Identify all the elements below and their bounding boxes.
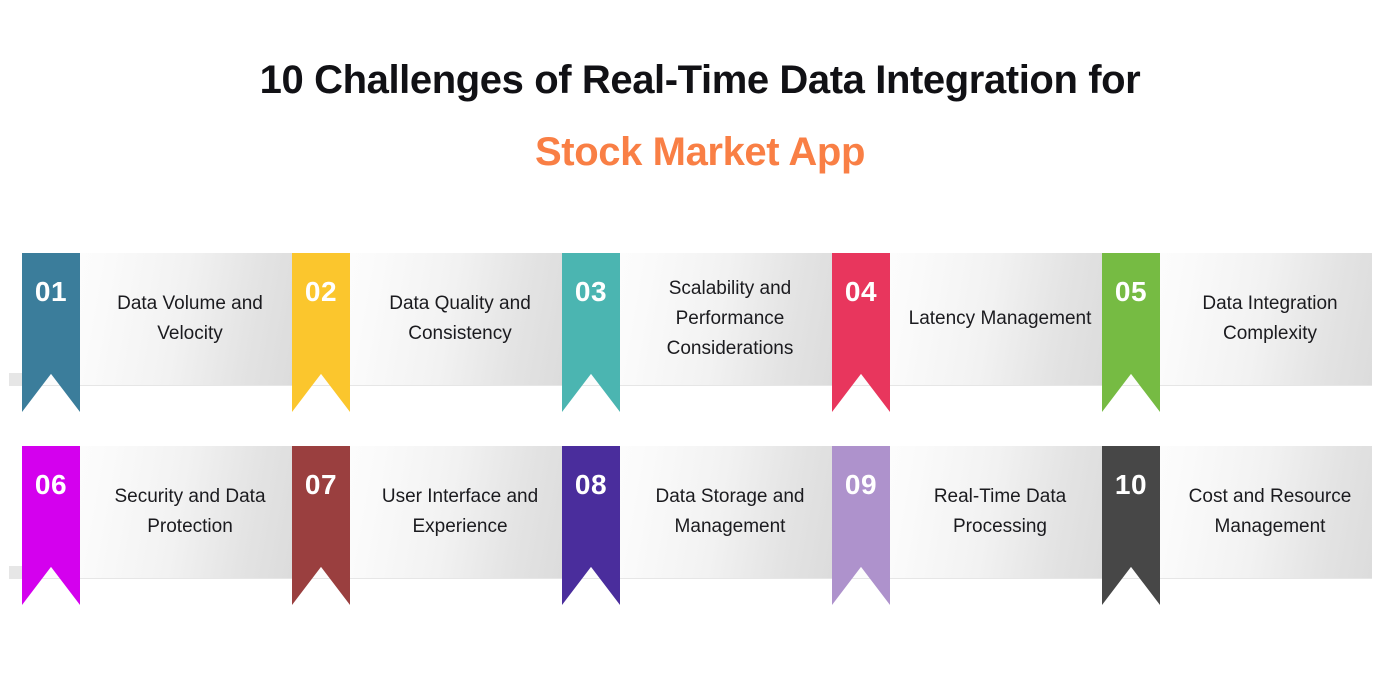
card-ribbon: 05 — [1102, 253, 1160, 412]
card-label: Data Integration Complexity — [1202, 293, 1338, 344]
card-label-wrap: Security and Data Protection — [88, 446, 292, 578]
card-ribbon: 02 — [292, 253, 350, 412]
page-title: 10 Challenges of Real-Time Data Integrat… — [0, 44, 1400, 188]
card-label-wrap: User Interface and Experience — [358, 446, 562, 578]
card-ribbon: 10 — [1102, 446, 1160, 605]
card-ribbon: 06 — [22, 446, 80, 605]
challenge-card[interactable]: 06 Security and Data Protection — [9, 446, 292, 606]
card-number: 09 — [844, 469, 878, 500]
card-label-wrap: Data Quality and Consistency — [358, 253, 562, 385]
card-label: User Interface and Experience — [381, 486, 539, 537]
card-number: 03 — [574, 276, 608, 307]
challenge-card[interactable]: 09 Real-Time Data Processing — [819, 446, 1102, 606]
card-ribbon: 08 — [562, 446, 620, 605]
challenge-card[interactable]: 04 Latency Management — [819, 253, 1102, 413]
card-number: 02 — [304, 276, 338, 307]
card-row-2: 06 Security and Data Protection 07 User Int… — [9, 446, 1378, 639]
card-label: Scalability and Performance Consideratio… — [666, 278, 794, 359]
card-label-wrap: Data Storage and Management — [628, 446, 832, 578]
card-number: 06 — [34, 469, 68, 500]
card-label-wrap: Scalability and Performance Consideratio… — [628, 253, 832, 385]
card-ribbon: 04 — [832, 253, 890, 412]
card-label: Cost and Resource Management — [1188, 486, 1352, 537]
card-label: Real-Time Data Processing — [933, 486, 1067, 537]
card-label-wrap: Real-Time Data Processing — [898, 446, 1102, 578]
challenge-card-grid: 01 Data Volume and Velocity 02 Data Quality… — [9, 253, 1378, 639]
card-label-wrap: Data Volume and Velocity — [88, 253, 292, 385]
card-label: Data Quality and Consistency — [389, 293, 531, 344]
card-label: Security and Data Protection — [114, 486, 266, 537]
card-ribbon: 09 — [832, 446, 890, 605]
card-label: Data Storage and Management — [655, 486, 805, 537]
card-label: Latency Management — [908, 308, 1092, 329]
challenge-card[interactable]: 01 Data Volume and Velocity — [9, 253, 292, 413]
card-row-1: 01 Data Volume and Velocity 02 Data Quality… — [9, 253, 1378, 446]
card-number: 10 — [1114, 469, 1148, 500]
card-label: Data Volume and Velocity — [117, 293, 263, 344]
challenge-card[interactable]: 03 Scalability and Performance Considerat… — [549, 253, 832, 413]
card-label-wrap: Cost and Resource Management — [1168, 446, 1372, 578]
challenge-card[interactable]: 07 User Interface and Experience — [279, 446, 562, 606]
challenge-card[interactable]: 10 Cost and Resource Management — [1089, 446, 1372, 606]
card-number: 05 — [1114, 276, 1148, 307]
challenge-card[interactable]: 08 Data Storage and Management — [549, 446, 832, 606]
infographic-canvas: 10 Challenges of Real-Time Data Integrat… — [0, 0, 1400, 700]
card-number: 04 — [844, 276, 878, 307]
card-ribbon: 03 — [562, 253, 620, 412]
card-ribbon: 01 — [22, 253, 80, 412]
card-number: 07 — [304, 469, 338, 500]
card-label-wrap: Data Integration Complexity — [1168, 253, 1372, 385]
title-line-accent: Stock Market App — [535, 130, 865, 174]
card-number: 01 — [34, 276, 68, 307]
card-label-wrap: Latency Management — [898, 253, 1102, 385]
challenge-card[interactable]: 02 Data Quality and Consistency — [279, 253, 562, 413]
card-ribbon: 07 — [292, 446, 350, 605]
challenge-card[interactable]: 05 Data Integration Complexity — [1089, 253, 1372, 413]
title-line-primary: 10 Challenges of Real-Time Data Integrat… — [259, 58, 1141, 102]
card-number: 08 — [574, 469, 608, 500]
